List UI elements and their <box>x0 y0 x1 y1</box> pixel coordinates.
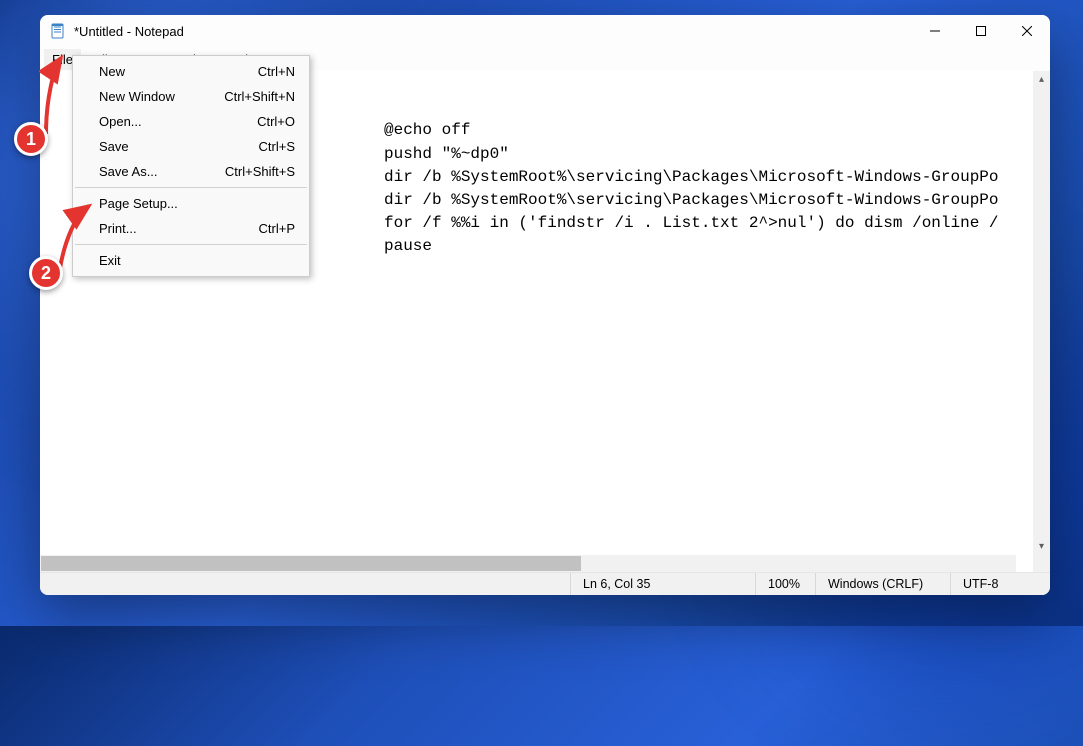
menu-shortcut: Ctrl+P <box>259 221 295 236</box>
file-menu-exit[interactable]: Exit <box>73 248 309 273</box>
file-menu-save-as[interactable]: Save As... Ctrl+Shift+S <box>73 159 309 184</box>
window-title: *Untitled - Notepad <box>74 24 912 39</box>
file-menu-page-setup[interactable]: Page Setup... <box>73 191 309 216</box>
menu-separator <box>75 187 307 188</box>
hscroll-row <box>40 555 1050 572</box>
close-button[interactable] <box>1004 15 1050 47</box>
scroll-thumb-horizontal[interactable] <box>41 556 581 571</box>
menu-label: Exit <box>99 253 295 268</box>
status-spacer <box>40 573 570 595</box>
titlebar: *Untitled - Notepad <box>40 15 1050 47</box>
statusbar: Ln 6, Col 35 100% Windows (CRLF) UTF-8 <box>40 572 1050 595</box>
menu-label: New <box>99 64 258 79</box>
file-menu-print[interactable]: Print... Ctrl+P <box>73 216 309 241</box>
maximize-button[interactable] <box>958 15 1004 47</box>
menu-shortcut: Ctrl+Shift+S <box>225 164 295 179</box>
menu-label: New Window <box>99 89 224 104</box>
file-menu-new[interactable]: New Ctrl+N <box>73 59 309 84</box>
annotation-badge-1: 1 <box>14 122 48 156</box>
status-zoom: 100% <box>755 573 815 595</box>
menu-shortcut: Ctrl+Shift+N <box>224 89 295 104</box>
status-position: Ln 6, Col 35 <box>570 573 755 595</box>
file-dropdown-menu: New Ctrl+N New Window Ctrl+Shift+N Open.… <box>72 55 310 277</box>
horizontal-scrollbar[interactable] <box>40 555 1016 572</box>
notepad-window: *Untitled - Notepad File Edit Format Vie… <box>40 15 1050 595</box>
file-menu-save[interactable]: Save Ctrl+S <box>73 134 309 159</box>
menu-label: Print... <box>99 221 259 236</box>
scroll-up-icon[interactable]: ▴ <box>1033 71 1050 88</box>
menu-label: Save <box>99 139 259 154</box>
menu-separator <box>75 244 307 245</box>
file-menu-open[interactable]: Open... Ctrl+O <box>73 109 309 134</box>
menu-shortcut: Ctrl+O <box>257 114 295 129</box>
menu-shortcut: Ctrl+S <box>259 139 295 154</box>
file-menu-new-window[interactable]: New Window Ctrl+Shift+N <box>73 84 309 109</box>
vertical-scrollbar[interactable]: ▴ ▾ <box>1033 71 1050 555</box>
minimize-button[interactable] <box>912 15 958 47</box>
status-encoding: UTF-8 <box>950 573 1050 595</box>
scroll-down-icon[interactable]: ▾ <box>1033 538 1050 555</box>
annotation-badge-2: 2 <box>29 256 63 290</box>
menu-label: Save As... <box>99 164 225 179</box>
menu-label: Page Setup... <box>99 196 295 211</box>
status-line-ending: Windows (CRLF) <box>815 573 950 595</box>
notepad-app-icon <box>50 23 66 39</box>
menu-label: Open... <box>99 114 257 129</box>
scroll-corner <box>1033 555 1050 572</box>
menu-shortcut: Ctrl+N <box>258 64 295 79</box>
window-controls <box>912 15 1050 47</box>
